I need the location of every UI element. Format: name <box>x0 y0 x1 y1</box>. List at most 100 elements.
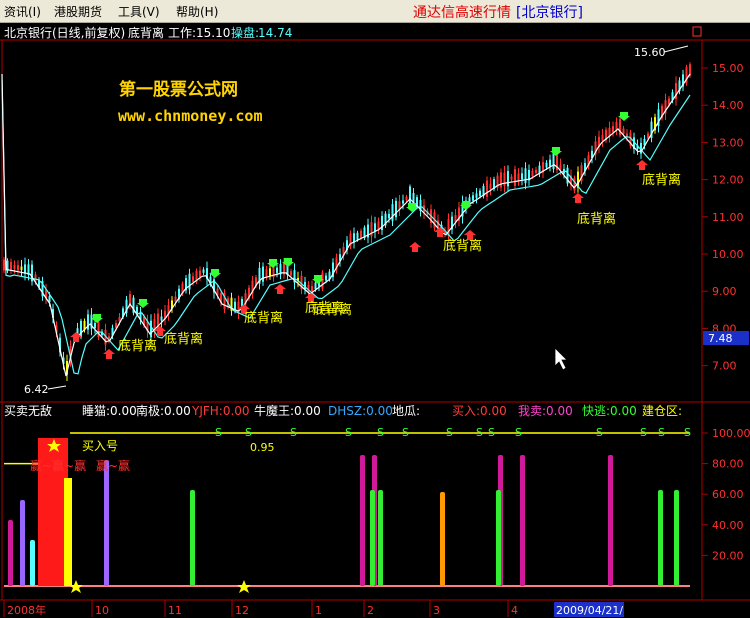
sub-legend-value: 0.00 <box>480 404 507 418</box>
s-signal-mark: S <box>345 426 352 439</box>
sub-legend-item: 建仓区: <box>642 404 682 418</box>
bottom-divergence-label: 底背离 <box>313 302 352 318</box>
candle-body <box>552 152 555 170</box>
menu-item-hk-futures[interactable]: 港股期货 <box>54 3 102 20</box>
candle-body <box>290 271 292 276</box>
sub-legend-item: 快逃:0.00 <box>582 404 637 418</box>
work-label: 工作: <box>168 26 196 40</box>
buy-arrow-icon <box>572 193 584 203</box>
star-icon <box>237 580 251 593</box>
sub-legend-label: 睡猫: <box>82 404 110 418</box>
sub-legend-item: DHSZ:0.00 <box>328 404 393 418</box>
time-label: 11 <box>168 604 182 617</box>
time-label: 3 <box>433 604 440 617</box>
time-label: 2 <box>367 604 374 617</box>
candle-body <box>276 267 278 273</box>
menu-item-help[interactable]: 帮助(H) <box>176 3 218 20</box>
candle-body <box>559 164 562 169</box>
candle-body <box>188 273 191 290</box>
candle-body <box>360 230 362 239</box>
sub-legend-label: YJFH: <box>191 404 223 418</box>
candle-body <box>80 320 82 338</box>
candle-body <box>535 169 537 173</box>
candle-body <box>314 282 317 290</box>
candle-body <box>573 178 576 191</box>
signal-bar <box>360 455 365 586</box>
signal-bar <box>658 490 663 586</box>
operate-label: 操盘: <box>231 25 259 40</box>
candle-body <box>402 200 404 204</box>
candle-body <box>622 128 625 134</box>
candle-body <box>265 269 268 278</box>
candle-body <box>514 169 516 186</box>
sub-tick-label: 80.00 <box>712 458 744 471</box>
sub-legend-label: 牛魔王: <box>254 403 294 418</box>
signal-bar <box>370 490 375 586</box>
s-signal-mark: S <box>215 426 222 439</box>
yellow-bar <box>64 478 72 586</box>
candle-body <box>199 270 201 278</box>
menu-item-tools[interactable]: 工具(V) <box>118 3 160 20</box>
candle-body <box>409 186 411 204</box>
sub-legend-item: YJFH:0.00 <box>191 404 250 418</box>
indicator-name: 底背离 <box>128 25 164 40</box>
candle-body <box>545 162 548 168</box>
high-price-label: 15.60 <box>634 46 666 59</box>
bottom-divergence-label: 底背离 <box>577 211 616 227</box>
candle-body <box>13 264 16 270</box>
high-price-pointer <box>663 45 689 53</box>
candle-body <box>521 173 523 180</box>
sub-legend-item: 地瓜: <box>392 404 420 418</box>
sub-legend-value: 0.00 <box>610 404 637 418</box>
sub-legend-item: 牛魔王:0.00 <box>254 403 321 418</box>
sub-legend-value: 0.00 <box>294 404 321 418</box>
mouse-pointer-icon <box>554 347 568 371</box>
signal-bar <box>496 490 501 586</box>
stock-name: 北京银行(日线,前复权) <box>4 25 125 40</box>
signal-bar <box>30 540 35 586</box>
candle-body <box>538 165 541 173</box>
operate-value: 14.74 <box>258 26 292 40</box>
watermark-title: 第一股票公式网 <box>119 79 238 100</box>
candle-body <box>489 183 492 189</box>
chart-area[interactable]: 北京银行(日线,前复权) 底背离 工作: 15.10 操盘: 14.74 第一股… <box>0 22 750 618</box>
candle-body <box>356 232 359 240</box>
candle-body <box>500 172 502 188</box>
candle-body <box>24 264 26 274</box>
candle-body <box>192 276 194 282</box>
candle-body <box>486 180 488 197</box>
candle-body <box>20 266 23 271</box>
price-tick-label: 11.00 <box>712 211 744 224</box>
s-signal-mark: S <box>245 426 252 439</box>
candle-body <box>3 259 5 271</box>
candle-body <box>549 159 551 167</box>
bottom-divergence-label: 底背离 <box>244 310 283 326</box>
candle-body <box>517 173 520 181</box>
win-text-2: 赢~赢 <box>96 458 130 473</box>
current-date-label: 2009/04/21/ <box>556 604 623 617</box>
bottom-divergence-label: 底背离 <box>164 331 203 347</box>
s-signal-mark: S <box>640 426 647 439</box>
candle-body <box>601 135 604 141</box>
signal-bar <box>378 490 383 586</box>
price-tick-label: 9.00 <box>712 285 737 298</box>
close-indicator-icon[interactable] <box>692 26 702 37</box>
candle-body <box>262 266 264 282</box>
sub-legend-label: 建仓区: <box>642 404 682 418</box>
menu-item-info[interactable]: 资讯(I) <box>4 3 41 20</box>
sub-legend-value: 0.00 <box>366 404 393 418</box>
app-window: 资讯(I) 港股期货 工具(V) 帮助(H) 通达信高速行情 [北京银行] 北京… <box>0 0 750 618</box>
menu-bar: 资讯(I) 港股期货 工具(V) 帮助(H) 通达信高速行情 [北京银行] <box>0 0 750 23</box>
price-tick-label: 13.00 <box>712 136 744 149</box>
s-signal-mark: S <box>488 426 495 439</box>
s-signal-mark: S <box>446 426 453 439</box>
app-title-stock: [北京银行] <box>516 5 583 21</box>
buy-arrow-icon <box>274 284 286 294</box>
watermark-url: www.chnmoney.com <box>118 107 263 125</box>
time-axis: 2008年 10 11 12 1 2 3 4 <box>3 600 518 617</box>
sell-arrow-icon <box>91 314 103 323</box>
buy-arrow-icon <box>636 160 648 170</box>
candle-body <box>531 170 534 177</box>
candle-body <box>94 322 96 329</box>
buy-arrow-icon <box>103 349 115 359</box>
